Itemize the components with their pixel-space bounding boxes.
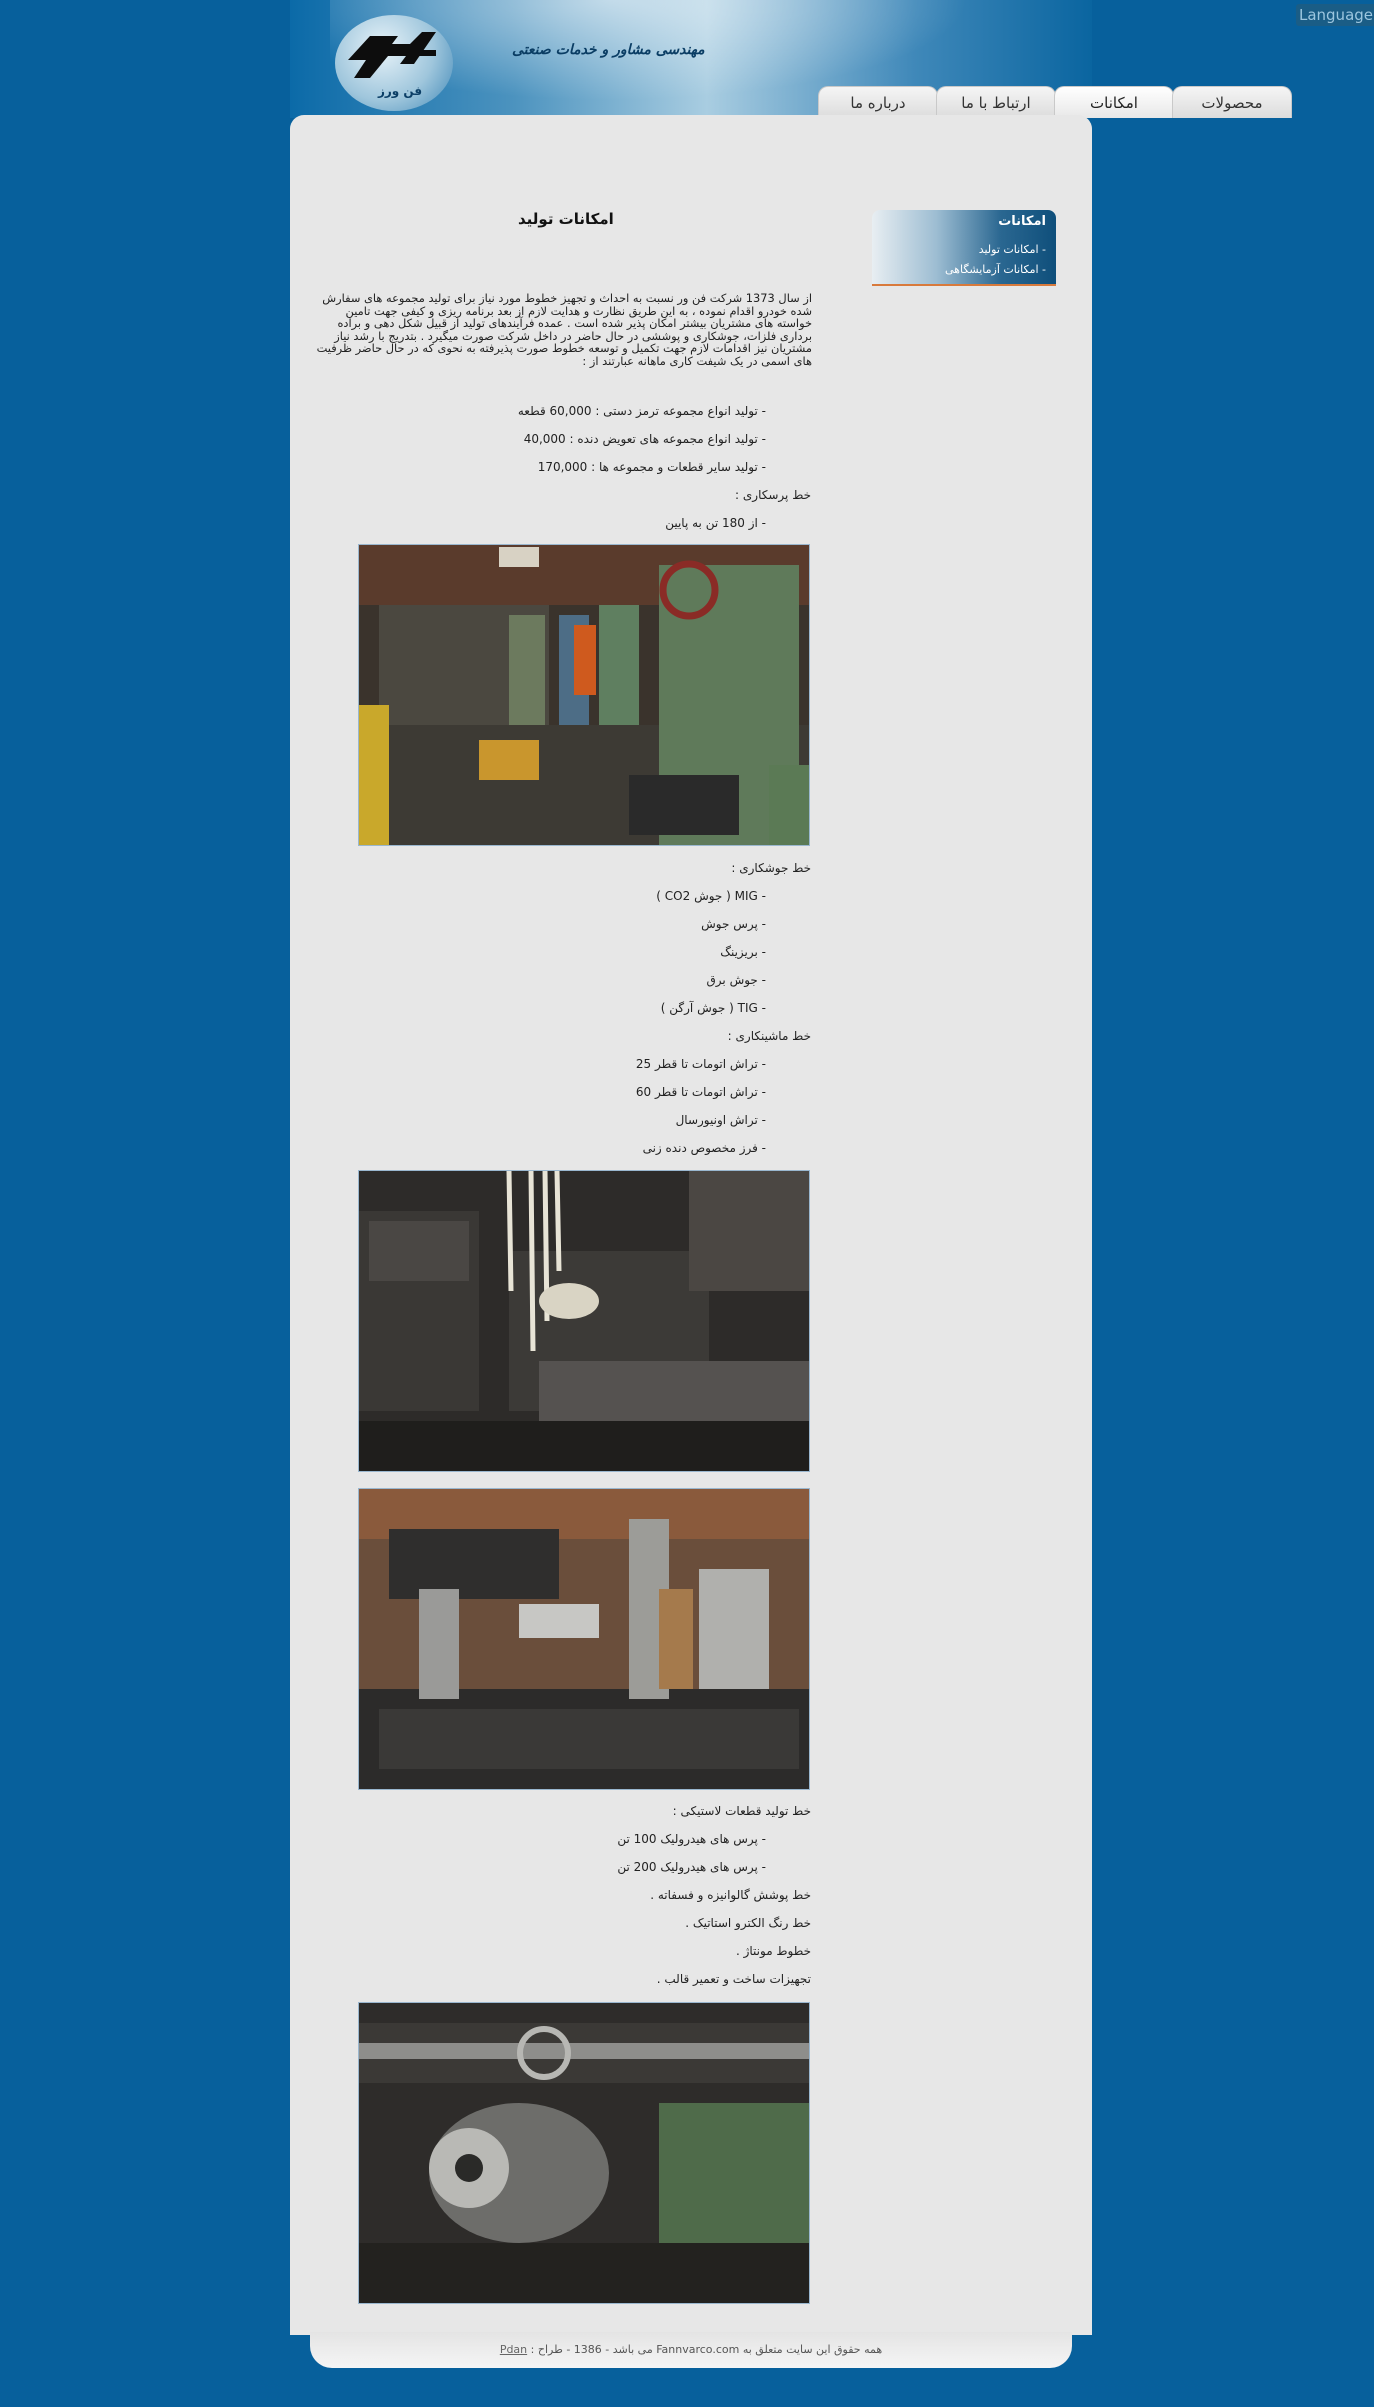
section-heading: خط ماشینکاری : bbox=[727, 1029, 811, 1043]
language-button[interactable]: Language bbox=[1296, 4, 1374, 26]
gear-cutting-photo bbox=[358, 2002, 810, 2304]
tab-contact[interactable]: ارتباط با ما bbox=[936, 86, 1056, 118]
designer-link[interactable]: Pdan bbox=[500, 2343, 527, 2356]
sidebar-item-production[interactable]: - امکانات تولید bbox=[945, 240, 1046, 260]
machining-photo bbox=[358, 1170, 810, 1472]
list-item: - بریزینگ bbox=[720, 945, 766, 959]
tab-facilities[interactable]: امکانات bbox=[1054, 86, 1174, 118]
intro-paragraph: از سال 1373 شرکت فن ور نسبت به احداث و ت… bbox=[316, 291, 812, 368]
sidebar-item-laboratory[interactable]: - امکانات آزمایشگاهی bbox=[945, 260, 1046, 280]
workshop-photo bbox=[358, 544, 810, 846]
logo-icon[interactable] bbox=[340, 30, 440, 82]
tab-about[interactable]: درباره ما bbox=[818, 86, 938, 118]
list-item: - TIG ( جوش آرگن ) bbox=[660, 1001, 766, 1015]
main-nav: محصولات امکانات ارتباط با ما درباره ما bbox=[812, 86, 1292, 118]
section-heading: خط پرسکاری : bbox=[735, 488, 811, 502]
list-item: - از 180 تن به پایین bbox=[665, 516, 766, 530]
list-item: - MIG ( جوش CO2 ) bbox=[656, 889, 766, 903]
list-item: - فرز مخصوص دنده زنی bbox=[642, 1141, 766, 1155]
section-heading: تجهیزات ساخت و تعمیر قالب . bbox=[656, 1972, 811, 1986]
site-header: فن ورز مهندسی مشاور و خدمات صنعتی Langua… bbox=[290, 0, 1374, 118]
list-item: - تولید انواع مجموعه های تعویض دنده : 40… bbox=[523, 432, 766, 446]
section-heading: خطوط مونتاژ . bbox=[735, 1944, 811, 1958]
section-heading: خط تولید قطعات لاستیکی : bbox=[672, 1804, 811, 1818]
list-item: - تراش اتومات تا قطر 25 bbox=[635, 1057, 766, 1071]
sidebar-menu: امکانات - امکانات تولید - امکانات آزمایش… bbox=[872, 210, 1056, 286]
list-item: - تراش اونیورسال bbox=[675, 1113, 766, 1127]
company-name: مهندسی مشاور و خدمات صنعتی bbox=[512, 42, 705, 58]
section-heading: خط رنگ الکترو استاتیک . bbox=[685, 1916, 811, 1930]
logo-subtext: فن ورز bbox=[377, 84, 423, 98]
site-footer: همه حقوق این سایت متعلق به Fannvarco.com… bbox=[310, 2332, 1072, 2368]
page-title: امکانات تولید bbox=[518, 210, 614, 228]
list-item: - تراش اتومات تا قطر 60 bbox=[635, 1085, 766, 1099]
sidebar-list: - امکانات تولید - امکانات آزمایشگاهی bbox=[945, 240, 1046, 280]
tab-products[interactable]: محصولات bbox=[1172, 86, 1292, 118]
list-item: - جوش برق bbox=[706, 973, 767, 987]
list-item: - پرس جوش bbox=[701, 917, 766, 931]
list-item: - پرس های هیدرولیک 200 تن bbox=[617, 1860, 766, 1874]
list-item: - تولید انواع مجموعه ترمز دستی : 60,000 … bbox=[517, 404, 766, 418]
list-item: - تولید سایر قطعات و مجموعه ها : 170,000 bbox=[537, 460, 766, 474]
sidebar-title: امکانات bbox=[998, 214, 1046, 229]
section-heading: خط پوشش گالوانیزه و فسفاته . bbox=[650, 1888, 811, 1902]
footer-text: همه حقوق این سایت متعلق به Fannvarco.com… bbox=[530, 2343, 883, 2356]
section-heading: خط جوشکاری : bbox=[731, 861, 811, 875]
list-item: - پرس های هیدرولیک 100 تن bbox=[617, 1832, 766, 1846]
die-set-photo bbox=[358, 1488, 810, 1790]
